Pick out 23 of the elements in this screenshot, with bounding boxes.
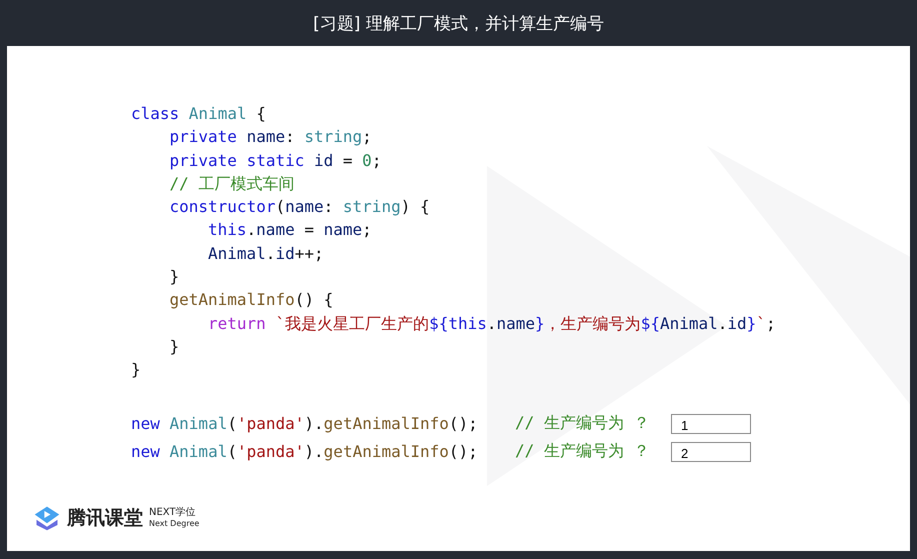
code-line: this.name = name; xyxy=(208,219,372,242)
code-line: getAnimalInfo() { xyxy=(170,289,334,312)
code-line: Animal.id++; xyxy=(208,242,324,265)
code-line: return `我是火星工厂生产的${this.name}，生产编号为${Animal.id}`; xyxy=(208,312,776,335)
code-line: class Animal { xyxy=(131,103,266,125)
window-title: [习题] 理解工厂模式，并计算生产编号 xyxy=(313,12,604,34)
code-line: } xyxy=(131,359,141,382)
logo-tagline: NEXT学位 xyxy=(149,507,197,518)
logo-text: 腾讯课堂 xyxy=(67,506,143,531)
answer-field[interactable]: 1 xyxy=(671,414,751,434)
code-line: private static id = 0; xyxy=(170,150,382,172)
code-line: // 工厂模式车间 xyxy=(170,172,294,195)
code-comment: // 生产编号为 ？ xyxy=(515,441,651,462)
logo-icon xyxy=(33,505,61,531)
code-line: new Animal('panda').getAnimalInfo(); xyxy=(131,412,479,435)
logo-tagline: Next Degree xyxy=(149,518,200,529)
answer-field[interactable]: 2 xyxy=(671,442,751,462)
code-comment: // 生产编号为 ？ xyxy=(515,413,651,434)
code-line: private name: string; xyxy=(170,126,372,148)
code-line: constructor(name: string) { xyxy=(170,196,430,218)
code-line: new Animal('panda').getAnimalInfo(); xyxy=(131,440,479,463)
code-line: } xyxy=(170,266,180,288)
code-line: } xyxy=(170,336,180,358)
